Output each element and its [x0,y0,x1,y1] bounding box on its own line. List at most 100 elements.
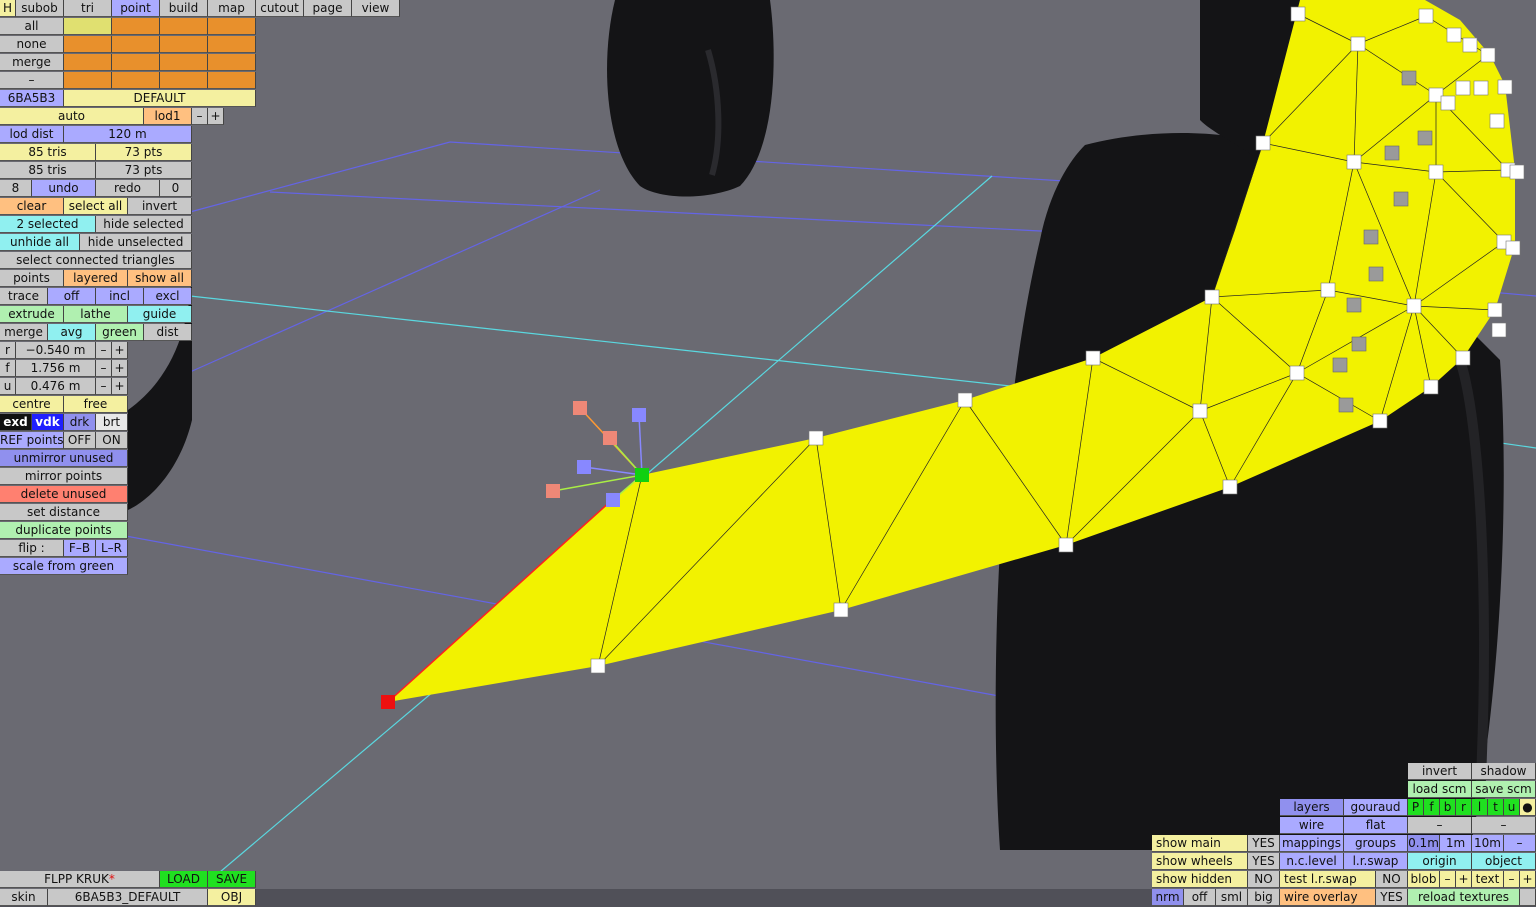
layer-swatch[interactable] [112,18,160,35]
hide-unselected-button[interactable]: hide unselected [80,234,192,251]
text-plus[interactable]: + [1520,871,1536,888]
lod-plus-button[interactable]: + [208,108,224,125]
coord-r-minus[interactable]: – [96,342,112,359]
layer-swatch[interactable] [64,36,112,53]
layered-button[interactable]: layered [64,270,128,287]
lod-minus-button[interactable]: – [192,108,208,125]
trace-excl-button[interactable]: excl [144,288,192,305]
reload-textures-button[interactable]: reload textures [1408,889,1520,906]
flat-button[interactable]: flat [1344,817,1408,834]
merge-avg-button[interactable]: avg [48,324,96,341]
show-wheels-toggle[interactable]: YES [1248,853,1280,870]
points-button[interactable]: points [0,270,64,287]
load-scm-button[interactable]: load scm [1408,781,1472,798]
scale-from-green-button[interactable]: scale from green [0,558,128,575]
tab-tri[interactable]: tri [64,0,112,17]
flag-p[interactable]: P [1408,799,1424,816]
merge-layers-button[interactable]: merge [0,54,64,71]
blob-minus[interactable]: – [1440,871,1456,888]
layers-button[interactable]: layers [1280,799,1344,816]
layer-swatch[interactable] [64,18,112,35]
show-all-button[interactable]: show all [128,270,192,287]
gouraud-button[interactable]: gouraud [1344,799,1408,816]
dash-button[interactable]: – [0,72,64,89]
skin-value[interactable]: 6BA5B3_DEFAULT [48,889,208,906]
clear-button[interactable]: clear [0,198,64,215]
flip-fb-button[interactable]: F–B [64,540,96,557]
skin-code[interactable]: 6BA5B3 [0,90,64,107]
trace-incl-button[interactable]: incl [96,288,144,305]
select-connected-button[interactable]: select connected triangles [0,252,192,269]
select-all-button[interactable]: all [0,18,64,35]
flag-f[interactable]: f [1424,799,1440,816]
layer-swatch[interactable] [208,72,256,89]
trace-button[interactable]: trace [0,288,48,305]
ref-points-on[interactable]: ON [96,432,128,449]
nrm-button[interactable]: nrm [1152,889,1184,906]
coord-r-plus[interactable]: + [112,342,128,359]
tab-view[interactable]: view [352,0,400,17]
menu-h[interactable]: H [0,0,16,17]
invert-view-button[interactable]: invert [1408,763,1472,780]
shadow-button[interactable]: shadow [1472,763,1536,780]
lod-dist-value[interactable]: 120 m [64,126,192,143]
save-button[interactable]: SAVE [208,871,256,888]
coord-value-u[interactable]: 0.476 m [16,378,96,395]
tab-subob[interactable]: subob [16,0,64,17]
merge-green-button[interactable]: green [96,324,144,341]
redo-button[interactable]: redo [96,180,160,197]
wire-button[interactable]: wire [1280,817,1344,834]
ref-points-off[interactable]: OFF [64,432,96,449]
coord-value-r[interactable]: −0.540 m [16,342,96,359]
select-none-button[interactable]: none [0,36,64,53]
flag-l[interactable]: l [1472,799,1488,816]
sml-button[interactable]: sml [1216,889,1248,906]
centre-button[interactable]: centre [0,396,64,413]
lathe-button[interactable]: lathe [64,306,128,323]
view-brt-button[interactable]: brt [96,414,128,431]
layer-swatch[interactable] [64,72,112,89]
layer-swatch[interactable] [208,18,256,35]
layer-swatch[interactable] [160,36,208,53]
trace-off-button[interactable]: off [48,288,96,305]
flag-u[interactable]: u [1504,799,1520,816]
origin-button[interactable]: origin [1408,853,1472,870]
layer-swatch[interactable] [112,36,160,53]
show-hidden-toggle[interactable]: NO [1248,871,1280,888]
lr-swap-button[interactable]: l.r.swap [1344,853,1408,870]
layer-swatch[interactable] [112,72,160,89]
layer-swatch[interactable] [112,54,160,71]
view-exd-button[interactable]: exd [0,414,32,431]
duplicate-points-button[interactable]: duplicate points [0,522,128,539]
object-button[interactable]: object [1472,853,1536,870]
test-lr-swap-toggle[interactable]: NO [1376,871,1408,888]
reload-extra[interactable] [1520,889,1536,906]
save-scm-button[interactable]: save scm [1472,781,1536,798]
undo-button[interactable]: undo [32,180,96,197]
dash-button-2[interactable]: – [1472,817,1536,834]
blob-plus[interactable]: + [1456,871,1472,888]
set-distance-button[interactable]: set distance [0,504,128,521]
tab-page[interactable]: page [304,0,352,17]
tab-build[interactable]: build [160,0,208,17]
flag-b[interactable]: b [1440,799,1456,816]
flag-t[interactable]: t [1488,799,1504,816]
lod-auto[interactable]: auto [0,108,144,125]
delete-unused-button[interactable]: delete unused [0,486,128,503]
flag-r[interactable]: r [1456,799,1472,816]
flag-dot-icon[interactable]: ● [1520,799,1536,816]
coord-value-f[interactable]: 1.756 m [16,360,96,377]
coord-u-plus[interactable]: + [112,378,128,395]
mappings-button[interactable]: mappings [1280,835,1344,852]
grid-01m-button[interactable]: 0.1m [1408,835,1440,852]
grid-dash-button[interactable]: – [1504,835,1536,852]
hide-selected-button[interactable]: hide selected [96,216,192,233]
coord-u-minus[interactable]: – [96,378,112,395]
guide-button[interactable]: guide [128,306,192,323]
view-vdk-button[interactable]: vdk [32,414,64,431]
grid-10m-button[interactable]: 10m [1472,835,1504,852]
layer-swatch[interactable] [160,18,208,35]
lod-level[interactable]: lod1 [144,108,192,125]
select-all-points-button[interactable]: select all [64,198,128,215]
grid-1m-button[interactable]: 1m [1440,835,1472,852]
